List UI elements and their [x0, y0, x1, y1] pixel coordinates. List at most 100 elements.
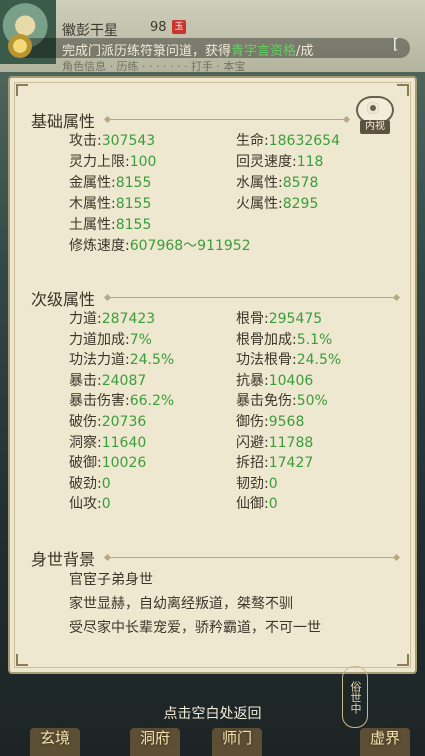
stat-value: 11788 [268, 434, 314, 451]
stat-item: 洞察:11640 [69, 432, 146, 452]
stat-item: 暴击伤害:66.2% [69, 390, 174, 410]
nav-tab-void[interactable]: 虚界 [360, 720, 410, 756]
stat-value: 24.5% [129, 352, 175, 369]
stat-item: 破御:10026 [69, 452, 146, 472]
stat-item: 韧劲:0 [236, 473, 278, 493]
stat-item: 木属性:8155 [69, 193, 151, 213]
stat-label: 洞察: [69, 434, 102, 451]
stat-label: 火属性: [236, 196, 283, 212]
stat-value: 0 [101, 475, 111, 492]
nav-tab-cave[interactable]: 洞府 [130, 720, 180, 756]
bottom-nav: 玄境 洞府 师门 虚界 [0, 720, 425, 756]
stat-item: 拆招:17427 [236, 452, 313, 472]
stat-value: 20736 [101, 414, 147, 430]
inner-view-button[interactable]: 内视 [352, 96, 396, 136]
stat-label: 破劲: [69, 475, 102, 492]
stat-value: 5.1% [296, 331, 333, 348]
stat-item: 抗暴:10406 [236, 370, 313, 390]
character-name: 徽彭干星 [62, 23, 118, 39]
stat-label: 水属性: [236, 175, 283, 191]
stat-item: 功法力道:24.5% [69, 349, 174, 369]
stat-value: 50% [296, 393, 328, 410]
stat-item: 水属性:8578 [236, 172, 318, 192]
stat-label: 力道: [69, 311, 102, 327]
stat-item: 暴击:24087 [69, 370, 146, 390]
stat-value: 10406 [268, 372, 314, 389]
notice-prefix: 完成门派历练符箓问道，获得 [62, 44, 232, 59]
secondary-attributes-title: 次级属性 [31, 290, 96, 309]
stat-label: 破伤: [69, 414, 102, 430]
stat-value: 10026 [101, 455, 147, 472]
background-title: 身世背景 [31, 550, 96, 569]
stat-label: 暴击伤害: [69, 393, 130, 410]
stat-value: 66.2% [129, 393, 175, 410]
character-level: 98 [150, 20, 167, 35]
stat-item: 土属性:8155 [69, 214, 151, 234]
eye-pupil-icon [367, 102, 379, 114]
stat-value: 607968～911952 [129, 238, 251, 254]
notice-end-mark: [ [393, 37, 399, 53]
notice-suffix: /成 [296, 44, 314, 59]
stat-item: 攻击:307543 [69, 130, 155, 150]
stat-value: 11640 [101, 434, 147, 451]
stat-item: 回灵速度:118 [236, 151, 323, 171]
background-line: 官宦子弟身世 [69, 572, 153, 588]
stat-label: 破御: [69, 455, 102, 472]
notice-highlight: 青字言资格 [231, 44, 297, 59]
panel-corner [16, 654, 28, 666]
stat-label: 拆招: [236, 455, 269, 472]
status-tag: 俗世中 [342, 666, 368, 728]
stat-label: 御伤: [236, 414, 269, 430]
stat-label: 金属性: [69, 175, 116, 191]
background-line: 受尽家中长辈宠爱，骄矜霸道，不可一世 [69, 620, 321, 636]
stat-item: 根骨:295475 [236, 308, 322, 328]
stat-label: 暴击免伤: [236, 393, 297, 410]
stat-label: 闪避: [236, 434, 269, 451]
stat-item: 破伤:20736 [69, 411, 146, 431]
stat-item: 闪避:11788 [236, 432, 313, 452]
stat-item: 金属性:8155 [69, 172, 151, 192]
stat-item: 仙攻:0 [69, 493, 111, 513]
stat-label: 韧劲: [236, 475, 269, 492]
stat-label: 攻击: [69, 133, 102, 149]
stat-value: 100 [129, 154, 157, 170]
stat-label: 回灵速度: [236, 154, 297, 170]
stat-value: 8155 [115, 217, 152, 233]
nav-tab-sect[interactable]: 师门 [212, 720, 262, 756]
basic-attributes-title: 基础属性 [31, 112, 96, 131]
stat-value: 307543 [101, 133, 156, 149]
stat-item: 根骨加成:5.1% [236, 329, 332, 349]
stat-value: 9568 [268, 414, 305, 430]
stat-label: 仙御: [236, 496, 269, 513]
notice-text: 完成门派历练符箓问道，获得青字言资格/成 [62, 40, 313, 59]
stat-value: 0 [268, 475, 278, 492]
stat-value: 24087 [101, 372, 147, 389]
stat-label: 暴击: [69, 372, 102, 389]
stat-value: 8578 [282, 175, 319, 191]
panel-corner [397, 84, 409, 96]
stat-value: 118 [296, 154, 324, 170]
stat-label: 功法根骨: [236, 352, 297, 369]
stat-value: 7% [129, 331, 152, 348]
stat-label: 根骨加成: [236, 331, 297, 348]
stat-item: 力道加成:7% [69, 329, 152, 349]
stat-item: 暴击免伤:50% [236, 390, 328, 410]
stat-value: 8155 [115, 196, 152, 212]
hud-subtabs: 角色信息 · 历练 · · · · · · · 打手 · 本宝 [62, 60, 246, 73]
stat-label: 灵力上限: [69, 154, 130, 170]
panel-corner [397, 654, 409, 666]
stat-label: 生命: [236, 133, 269, 149]
stat-item: 生命:18632654 [236, 130, 340, 150]
stat-item: 修炼速度:607968～911952 [69, 235, 251, 255]
section-divider [108, 557, 396, 558]
stat-item: 灵力上限:100 [69, 151, 156, 171]
vip-badge: 玉 [172, 20, 186, 34]
stat-item: 仙御:0 [236, 493, 278, 513]
stat-label: 木属性: [69, 196, 116, 212]
stat-value: 0 [101, 496, 111, 513]
stat-value: 8295 [282, 196, 319, 212]
stat-item: 力道:287423 [69, 308, 155, 328]
nav-tab-realm[interactable]: 玄境 [30, 720, 80, 756]
bell-icon [8, 34, 32, 58]
stat-label: 土属性: [69, 217, 116, 233]
